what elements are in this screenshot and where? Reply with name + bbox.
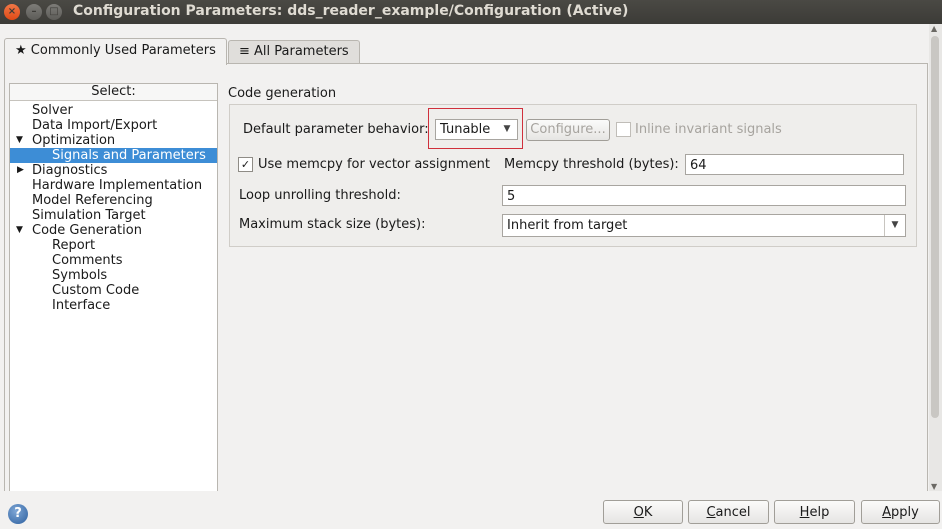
ok-label: K	[643, 505, 653, 520]
scrollbar-thumb[interactable]	[931, 36, 939, 418]
tree-item-code-generation[interactable]: ▼ Code Generation	[10, 223, 217, 238]
tree-item-diagnostics[interactable]: ▶ Diagnostics	[10, 163, 217, 178]
tab-all-parameters[interactable]: ≡ All Parameters	[228, 40, 360, 63]
tree-item-label: Comments	[52, 253, 123, 268]
close-window-icon[interactable]: ×	[4, 4, 20, 20]
ok-mnemonic: O	[633, 505, 644, 520]
tree-item-solver[interactable]: Solver	[10, 103, 217, 118]
help-button[interactable]: Help	[774, 500, 855, 524]
help-label: elp	[809, 505, 830, 520]
max-stack-size-label: Maximum stack size (bytes):	[239, 217, 426, 232]
tree-item-custom-code[interactable]: Custom Code	[10, 283, 217, 298]
tree-item-label: Symbols	[52, 268, 108, 283]
cancel-label: ancel	[715, 505, 751, 520]
inline-invariant-label: Inline invariant signals	[635, 122, 782, 137]
category-tree: Select: Solver Data Import/Export ▼ Optim…	[9, 83, 218, 493]
tree-item-label: Model Referencing	[32, 193, 153, 208]
max-stack-size-value: Inherit from target	[507, 218, 628, 233]
tree-item-report[interactable]: Report	[10, 238, 217, 253]
tree-item-label: Report	[52, 238, 96, 253]
tree-item-label: Custom Code	[52, 283, 140, 298]
help-mnemonic: H	[799, 505, 810, 520]
maximize-window-icon[interactable]: □	[46, 4, 62, 20]
window-title: Configuration Parameters: dds_reader_exa…	[73, 3, 629, 19]
configure-button[interactable]: Configure...	[526, 119, 610, 141]
tree-item-interface[interactable]: Interface	[10, 298, 217, 313]
tree-item-symbols[interactable]: Symbols	[10, 268, 217, 283]
ok-button[interactable]: OK	[603, 500, 683, 524]
memcpy-threshold-field[interactable]: 64	[685, 154, 904, 175]
section-title-code-generation: Code generation	[228, 86, 337, 101]
tree-item-label: Data Import/Export	[32, 118, 158, 133]
scroll-down-icon[interactable]: ▼	[931, 482, 937, 491]
apply-button[interactable]: Apply	[861, 500, 940, 524]
minimize-window-icon[interactable]: –	[26, 4, 42, 20]
tree-item-data-import-export[interactable]: Data Import/Export	[10, 118, 217, 133]
apply-label: pply	[891, 505, 919, 520]
memcpy-threshold-label: Memcpy threshold (bytes):	[504, 157, 679, 172]
scroll-up-icon[interactable]: ▲	[931, 24, 937, 33]
memcpy-label: Use memcpy for vector assignment	[258, 157, 490, 172]
help-icon[interactable]: ?	[8, 504, 28, 524]
tree-item-label: Diagnostics	[32, 163, 108, 178]
max-stack-size-dropdown[interactable]: Inherit from target ▼	[502, 214, 906, 237]
tree-item-label: Signals and Parameters	[52, 148, 206, 163]
loop-unrolling-label: Loop unrolling threshold:	[239, 188, 401, 203]
expanded-arrow-icon[interactable]: ▼	[16, 133, 23, 148]
tree-item-comments[interactable]: Comments	[10, 253, 217, 268]
tree-item-label: Simulation Target	[32, 208, 146, 223]
chevron-down-icon: ▼	[884, 215, 905, 236]
tree-item-signals-and-parameters[interactable]: Signals and Parameters	[10, 148, 217, 163]
tree-item-optimization[interactable]: ▼ Optimization	[10, 133, 217, 148]
highlight-box	[428, 108, 523, 149]
tree-header: Select:	[10, 84, 217, 101]
expanded-arrow-icon[interactable]: ▼	[16, 223, 23, 238]
tree-item-label: Optimization	[32, 133, 116, 148]
cancel-mnemonic: C	[706, 505, 716, 520]
loop-unrolling-field[interactable]: 5	[502, 185, 906, 206]
default-parameter-behavior-label: Default parameter behavior:	[243, 122, 429, 137]
tree-item-label: Solver	[32, 103, 73, 118]
collapsed-arrow-icon[interactable]: ▶	[17, 163, 24, 178]
tree-item-hardware-implementation[interactable]: Hardware Implementation	[10, 178, 217, 193]
apply-mnemonic: A	[882, 505, 892, 520]
vertical-scrollbar[interactable]: ▲ ▼	[929, 24, 942, 491]
cancel-button[interactable]: Cancel	[688, 500, 769, 524]
tree-item-label: Interface	[52, 298, 111, 313]
memcpy-checkbox[interactable]: ✓	[238, 157, 253, 172]
tree-item-model-referencing[interactable]: Model Referencing	[10, 193, 217, 208]
tree-item-label: Code Generation	[32, 223, 142, 238]
title-bar: × – □ Configuration Parameters: dds_read…	[0, 0, 942, 24]
tree-item-label: Hardware Implementation	[32, 178, 203, 193]
tab-commonly-used-parameters[interactable]: ★ Commonly Used Parameters	[4, 38, 227, 65]
inline-invariant-checkbox[interactable]	[616, 122, 631, 137]
tree-item-simulation-target[interactable]: Simulation Target	[10, 208, 217, 223]
